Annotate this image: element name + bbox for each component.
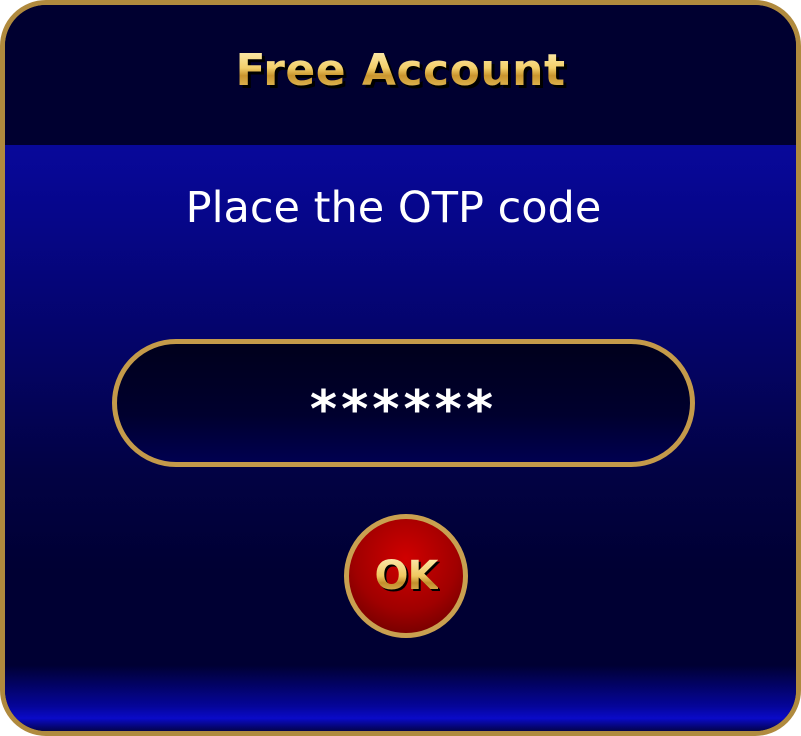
otp-prompt: Place the OTP code <box>185 183 602 233</box>
ok-button-label: OK <box>374 553 439 599</box>
dialog-header: Free Account <box>5 5 796 145</box>
dialog-body: Place the OTP code ****** OK <box>5 145 796 731</box>
ok-button[interactable]: OK <box>344 514 468 638</box>
dialog-title: Free Account <box>235 44 566 96</box>
otp-dialog: Free Account Place the OTP code ****** O… <box>0 0 801 736</box>
otp-input[interactable]: ****** <box>112 339 695 467</box>
otp-input-value: ****** <box>309 380 498 440</box>
